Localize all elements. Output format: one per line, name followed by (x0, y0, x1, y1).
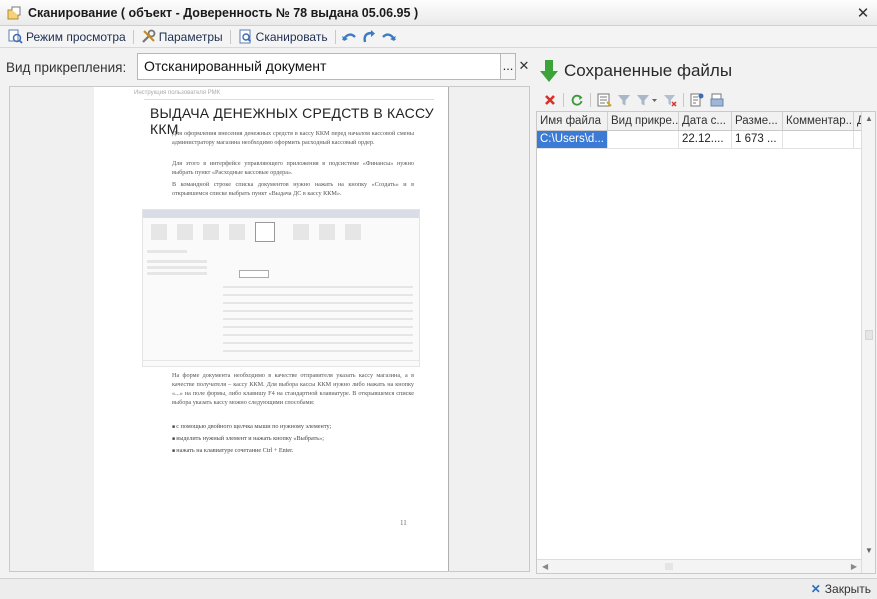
scan-button[interactable]: Сканировать (234, 27, 332, 47)
column-header-attach-kind[interactable]: Вид прикре... (608, 112, 679, 130)
page-number: 11 (400, 519, 407, 527)
delete-icon[interactable] (541, 91, 559, 109)
column-header-file-name[interactable]: Имя файла (537, 112, 608, 130)
toolbar-separator (590, 93, 591, 107)
document-paragraph: Для оформления внесения денежных средств… (172, 130, 414, 146)
close-icon: ✕ (810, 582, 821, 596)
embedded-screenshot-image (142, 209, 420, 367)
toolbar-separator (563, 93, 564, 107)
magnifier-page-icon (8, 29, 23, 44)
filter-icon[interactable] (615, 91, 633, 109)
column-header-comment[interactable]: Комментар... (783, 112, 854, 130)
toolbar-separator (229, 29, 231, 44)
cell-size[interactable]: 1 673 ... (732, 131, 783, 148)
page-header-text: Инструкция пользователя РМК (134, 90, 221, 96)
document-paragraph: В командной строке списка документов нуж… (172, 181, 414, 197)
cell-file-name[interactable]: C:\Users\d... (537, 131, 608, 148)
cell-comment[interactable] (783, 131, 854, 148)
column-header-date[interactable]: Дата с... (679, 112, 732, 130)
cell-date[interactable]: 22.12.... (679, 131, 732, 148)
rotate-right-icon[interactable] (360, 28, 378, 46)
scroll-left-arrow-icon[interactable]: ◀ (542, 562, 548, 571)
scroll-up-arrow-icon[interactable]: ▲ (865, 114, 873, 123)
title-bar: Сканирование ( объект - Доверенность № 7… (0, 0, 877, 26)
open-file-icon[interactable] (708, 91, 726, 109)
close-label: Закрыть (824, 582, 871, 596)
download-arrow-icon (538, 59, 560, 83)
scan-label: Сканировать (255, 29, 328, 44)
attachment-kind-row: Вид прикрепления: Отсканированный докуме… (0, 52, 532, 82)
page-header-rule (144, 99, 434, 100)
main-toolbar: Режим просмотра Параметры Сканировать (0, 26, 877, 48)
parameters-label: Параметры (158, 29, 223, 44)
footer-bar: ✕ Закрыть (0, 578, 877, 599)
document-paragraph: Для этого в интерфейсе управляющего прил… (172, 160, 414, 176)
saved-files-title: Сохраненные файлы (564, 61, 733, 80)
flip-icon[interactable] (380, 28, 398, 46)
table-header: Имя файла Вид прикре... Дата с... Разме.… (537, 112, 875, 131)
toolbar-separator (132, 29, 134, 44)
scroll-down-arrow-icon[interactable]: ▼ (865, 546, 873, 555)
document-bullet: нажать на клавиатуре сочетание Ctrl + En… (172, 447, 293, 454)
parameters-button[interactable]: Параметры (137, 27, 227, 47)
scan-preview-panel[interactable]: Инструкция пользователя РМК ВЫДАЧА ДЕНЕЖ… (9, 86, 530, 572)
toolbar-separator (334, 29, 336, 44)
document-bullet: выделить нужный элемент и нажать кнопку … (172, 435, 324, 442)
clear-filter-icon[interactable] (661, 91, 679, 109)
scroll-thumb[interactable] (865, 330, 873, 340)
document-paragraph: На форме документа необходимо в качестве… (172, 372, 414, 406)
window-title: Сканирование ( объект - Доверенность № 7… (28, 5, 419, 20)
tools-icon (141, 29, 156, 44)
horizontal-scrollbar[interactable]: ◀ ▶ (537, 559, 861, 573)
attachment-kind-label: Вид прикрепления: (6, 59, 127, 75)
refresh-icon[interactable] (568, 91, 586, 109)
filter-dropdown-icon[interactable] (635, 91, 659, 109)
toolbar-separator (683, 93, 684, 107)
vertical-scrollbar[interactable]: ▲ ▼ (861, 112, 875, 573)
cell-attach-kind[interactable] (608, 131, 679, 148)
scan-page-icon (238, 29, 253, 44)
scan-app-icon (6, 5, 22, 21)
table-row[interactable]: C:\Users\d... 22.12.... 1 673 ... (537, 131, 875, 149)
rotate-left-icon[interactable] (340, 28, 358, 46)
saved-files-table[interactable]: Имя файла Вид прикре... Дата с... Разме.… (536, 111, 876, 574)
column-header-size[interactable]: Разме... (732, 112, 783, 130)
attachment-kind-field[interactable]: Отсканированный документ (137, 53, 501, 80)
saved-files-header: Сохраненные файлы (538, 56, 877, 86)
scroll-thumb[interactable] (665, 563, 673, 570)
filter-settings-icon[interactable] (595, 91, 613, 109)
attachment-kind-select-button[interactable]: ... (501, 53, 516, 80)
window-close-button[interactable]: ✕ (855, 4, 871, 22)
document-bullet: с помощью двойного щелчка мыши по нужном… (172, 423, 331, 430)
attachment-kind-clear-button[interactable]: ✕ (516, 53, 532, 80)
properties-icon[interactable] (688, 91, 706, 109)
view-mode-label: Режим просмотра (26, 29, 126, 44)
saved-files-toolbar (537, 90, 875, 110)
view-mode-button[interactable]: Режим просмотра (4, 27, 130, 47)
scroll-right-arrow-icon[interactable]: ▶ (851, 562, 857, 571)
close-button[interactable]: ✕ Закрыть (811, 582, 871, 596)
scanned-page: Инструкция пользователя РМК ВЫДАЧА ДЕНЕЖ… (94, 87, 449, 571)
